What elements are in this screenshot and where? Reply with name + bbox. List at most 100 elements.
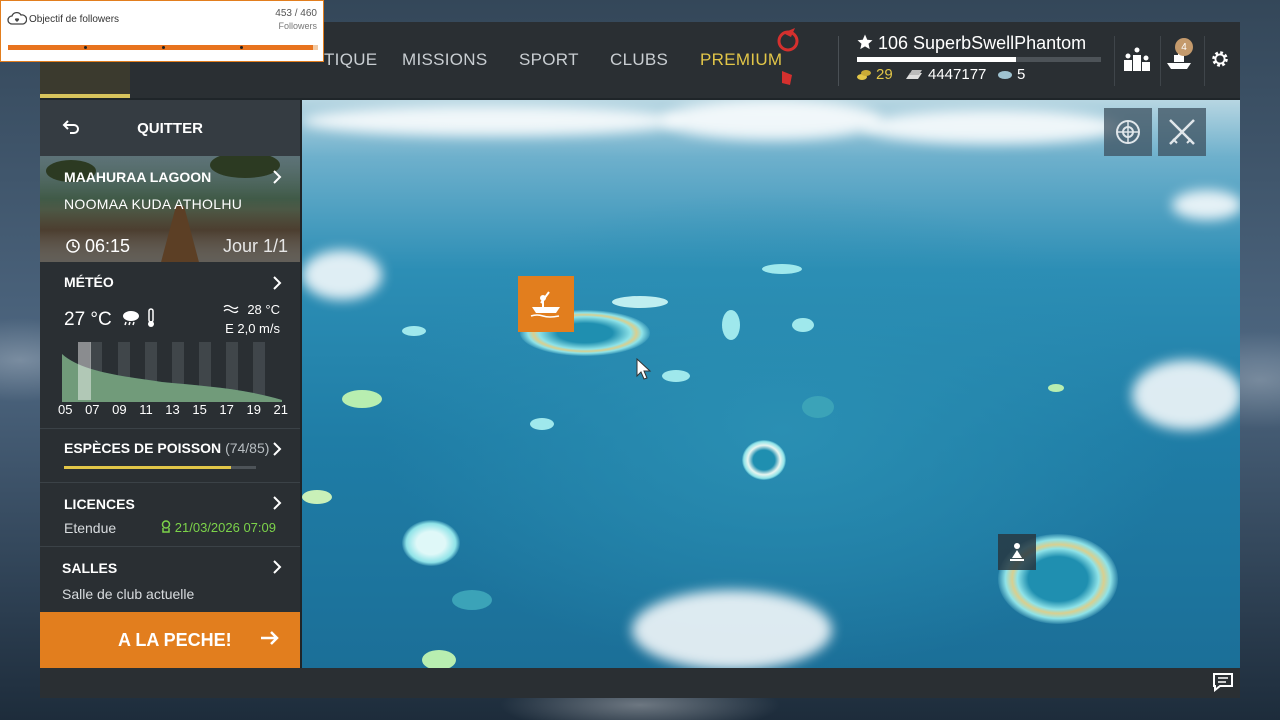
- nav-divider: [838, 36, 839, 86]
- chevron-right-icon: [273, 560, 282, 574]
- island: [530, 418, 554, 430]
- cloud-heart-icon: [7, 11, 27, 25]
- hour-label: 19: [246, 402, 261, 417]
- progress-tick: [162, 46, 165, 49]
- location-name: MAAHURAA LAGOON: [64, 169, 212, 185]
- location-panel: QUITTER MAAHURAA LAGOON NOOMAA KUDA ATHO…: [40, 100, 300, 668]
- crossed-swords-icon: [1169, 119, 1195, 145]
- premium-hook-icon: [777, 28, 799, 52]
- island: [402, 326, 426, 336]
- silver-amount: 4447177: [928, 66, 987, 83]
- rooms-section[interactable]: SALLES Salle de club actuelle: [40, 546, 300, 612]
- map-grid-icon: [1116, 120, 1140, 144]
- island: [402, 520, 460, 566]
- followers-goal-widget: Objectif de followers 453 / 460 Follower…: [0, 0, 324, 62]
- water-temp-value: 28 °C: [247, 302, 280, 317]
- cloud: [632, 590, 832, 668]
- shore-location-marker[interactable]: [998, 534, 1036, 570]
- nav-clubs[interactable]: CLUBS: [610, 50, 668, 70]
- cloud: [862, 110, 1122, 144]
- island: [792, 318, 814, 332]
- cloud: [662, 100, 882, 140]
- boat-location-marker[interactable]: [518, 276, 574, 332]
- licences-title: LICENCES: [64, 496, 135, 512]
- gold-coins-icon: [857, 69, 871, 80]
- gold-currency: 29: [856, 66, 893, 83]
- followers-title: Objectif de followers: [29, 14, 120, 25]
- licences-section[interactable]: LICENCES Etendue 21/03/2026 07:09: [40, 482, 300, 547]
- quit-button[interactable]: QUITTER: [40, 100, 300, 156]
- day-counter: Jour 1/1: [222, 236, 288, 256]
- leaderboard-button[interactable]: [1120, 42, 1154, 76]
- map-layers-button[interactable]: [1104, 108, 1152, 156]
- followers-progress-bar: [8, 45, 318, 50]
- licence-date: 21/03/2026 07:09: [174, 520, 276, 535]
- go-fishing-button[interactable]: A LA PECHE!: [40, 612, 300, 668]
- hour-label: 11: [139, 402, 153, 417]
- water-waves-icon: [223, 304, 239, 314]
- island: [1048, 384, 1064, 392]
- player-profile[interactable]: 106 SuperbSwellPhantom: [856, 33, 1086, 54]
- hour-label: 21: [273, 402, 288, 417]
- hour-label: 15: [192, 402, 207, 417]
- nav-sport[interactable]: SPORT: [519, 50, 579, 70]
- icon-divider: [1160, 36, 1161, 86]
- tournaments-button[interactable]: [1158, 108, 1206, 156]
- premium-tag-icon: [782, 71, 792, 85]
- weather-chart: [62, 342, 282, 402]
- gear-icon: [1212, 51, 1228, 67]
- leaderboard-icon: [1124, 47, 1150, 71]
- hour-label: 17: [219, 402, 234, 417]
- weather-section[interactable]: MÉTÉO 27 °C 28 °C E 2,0 m/s 05 07 09 11 …: [40, 262, 300, 429]
- nav-missions[interactable]: MISSIONS: [402, 50, 488, 70]
- xp-progress-bar: [857, 57, 1101, 62]
- followers-count: 453 / 460: [275, 8, 317, 19]
- star-icon: [857, 34, 873, 50]
- weather-hours: 05 07 09 11 13 15 17 19 21: [58, 402, 288, 417]
- bottom-bar: [40, 668, 1240, 698]
- island: [422, 650, 456, 668]
- cloud: [302, 106, 682, 136]
- hour-label: 05: [58, 402, 73, 417]
- island: [612, 296, 668, 308]
- pier-decoration: [160, 206, 200, 262]
- nav-shop[interactable]: TIQUE: [324, 50, 377, 70]
- licence-badge-icon: [161, 520, 171, 533]
- island: [452, 590, 492, 610]
- bait-icon: [998, 70, 1012, 79]
- bait-currency: 5: [997, 66, 1025, 83]
- game-time: 06:15: [66, 236, 130, 257]
- wind-value: E 2,0 m/s: [225, 321, 280, 336]
- island: [342, 390, 382, 408]
- quit-label: QUITTER: [137, 120, 203, 137]
- island: [802, 396, 834, 418]
- fishing-map[interactable]: [302, 100, 1240, 668]
- location-region: NOOMAA KUDA ATHOLHU: [64, 196, 243, 212]
- palm-decoration: [210, 156, 280, 178]
- settings-button[interactable]: [1203, 42, 1237, 76]
- island: [722, 310, 740, 340]
- game-window: TIQUE MISSIONS SPORT CLUBS PREMIUM 106 S…: [40, 22, 1240, 698]
- species-progress-bar: [64, 466, 256, 469]
- thermometer-icon: [148, 308, 155, 327]
- angler-icon: [1010, 543, 1024, 561]
- cloud: [1172, 190, 1240, 220]
- hour-label: 13: [165, 402, 180, 417]
- air-temperature: 27 °C: [64, 308, 156, 331]
- island: [302, 490, 332, 504]
- island: [742, 440, 786, 480]
- followers-unit: Followers: [278, 21, 317, 31]
- location-card[interactable]: MAAHURAA LAGOON NOOMAA KUDA ATHOLHU 06:1…: [40, 156, 300, 262]
- go-fishing-label: A LA PECHE!: [118, 630, 232, 650]
- chat-icon[interactable]: [1212, 672, 1234, 692]
- fish-species-section[interactable]: ESPÈCES DE POISSON (74/85): [40, 428, 300, 483]
- nav-active-indicator: [40, 94, 130, 98]
- mouse-cursor-icon: [636, 358, 652, 380]
- weather-title: MÉTÉO: [64, 274, 114, 290]
- clock-icon: [66, 239, 80, 253]
- gold-amount: 29: [876, 66, 893, 83]
- nav-premium[interactable]: PREMIUM: [700, 50, 782, 70]
- silver-currency: 4447177: [904, 66, 986, 83]
- hour-label: 07: [85, 402, 100, 417]
- island: [662, 370, 690, 382]
